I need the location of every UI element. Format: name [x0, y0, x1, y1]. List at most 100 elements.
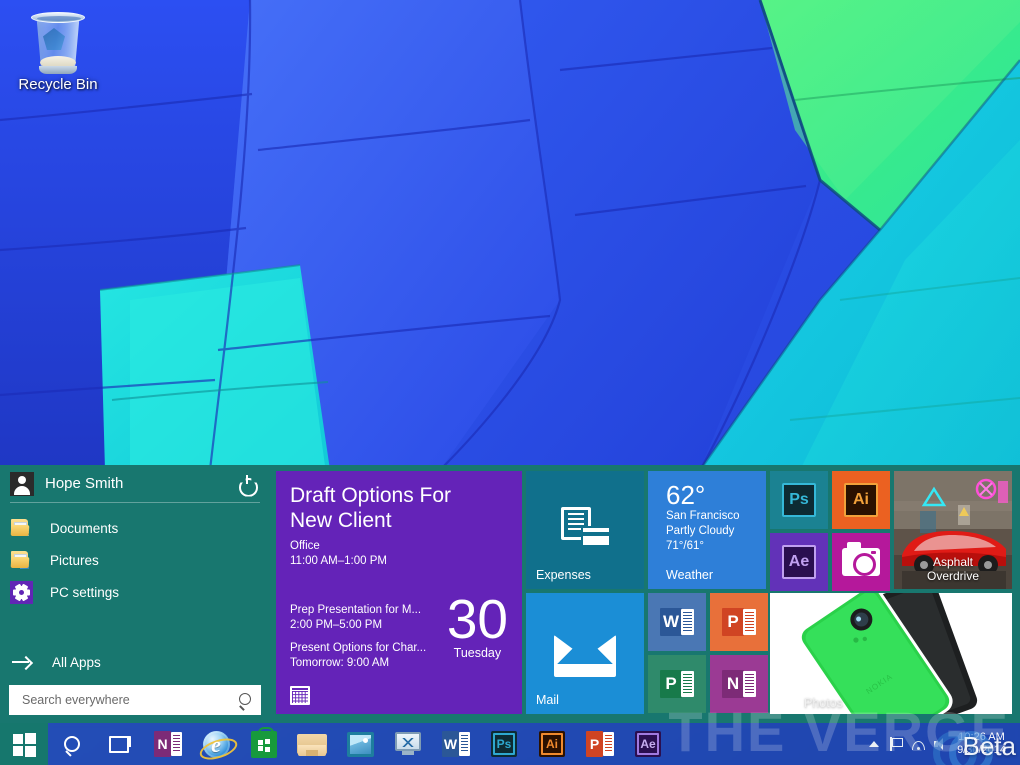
powerpoint-letter: P	[722, 608, 744, 636]
volume-button[interactable]	[929, 731, 951, 757]
clock[interactable]: 10:26 AM 9/30/2014	[951, 731, 1014, 757]
start-button[interactable]	[0, 723, 48, 765]
illustrator-icon: Ai	[539, 731, 565, 757]
tile-weather[interactable]: 62° San Francisco Partly Cloudy 71°/61° …	[648, 471, 766, 589]
photos-icon	[347, 732, 374, 757]
powerpoint-icon: P	[722, 608, 756, 636]
start-item-label: Pictures	[50, 553, 99, 568]
search-container	[0, 685, 270, 723]
onenote-icon: N	[154, 731, 182, 757]
tile-illustrator[interactable]: Ai	[832, 471, 890, 529]
word-letter: W	[660, 608, 682, 636]
after-effects-icon: Ae	[782, 545, 816, 579]
tile-onenote[interactable]: N	[710, 655, 768, 713]
calendar-date: 30 Tuesday	[447, 593, 508, 660]
taskbar-photos[interactable]	[336, 723, 384, 765]
taskbar-search-button[interactable]	[48, 723, 96, 765]
calendar-event-time: Tomorrow: 9:00 AM	[290, 656, 426, 671]
search-icon[interactable]	[238, 693, 253, 708]
tile-after-effects[interactable]: Ae	[770, 533, 828, 591]
file-explorer-icon	[297, 732, 327, 756]
start-item-label: PC settings	[50, 585, 119, 600]
illustrator-icon: Ai	[844, 483, 878, 517]
tile-label: Weather	[666, 568, 713, 582]
calendar-app-icon	[290, 686, 310, 705]
user-name: Hope Smith	[45, 475, 236, 492]
documents-folder-icon	[10, 516, 34, 540]
calendar-date-day: Tuesday	[447, 646, 508, 660]
gear-icon	[10, 580, 34, 604]
calendar-title-line2: New Client	[276, 508, 522, 533]
start-menu-tiles-pane: Draft Options For New Client Office 11:0…	[270, 465, 1020, 723]
taskbar-store[interactable]	[240, 723, 288, 765]
taskbar-internet-explorer[interactable]	[192, 723, 240, 765]
desktop-icon-recycle-bin[interactable]: Recycle Bin	[10, 8, 106, 93]
all-apps-button[interactable]: All Apps	[0, 647, 270, 677]
taskbar-powerpoint[interactable]: P	[576, 723, 624, 765]
calendar-events: Prep Presentation for M... 2:00 PM–5:00 …	[290, 603, 426, 679]
tile-photos[interactable]: NOKIA Photos	[770, 593, 1012, 714]
search-icon	[64, 736, 80, 752]
start-menu[interactable]: Hope Smith Documents	[0, 465, 1020, 723]
photoshop-icon: Ps	[782, 483, 816, 517]
taskbar-photoshop[interactable]: Ps	[480, 723, 528, 765]
recycle-bin-icon	[27, 8, 89, 74]
arrow-right-icon	[12, 655, 34, 669]
tile-word[interactable]: W	[648, 593, 706, 651]
taskbar-remote-desktop[interactable]	[384, 723, 432, 765]
action-center-button[interactable]	[885, 731, 907, 757]
desktop-icon-label: Recycle Bin	[10, 76, 106, 93]
user-tile[interactable]: Hope Smith	[0, 465, 270, 502]
calendar-event: Present Options for Char... Tomorrow: 9:…	[290, 641, 426, 671]
tile-photoshop[interactable]: Ps	[770, 471, 828, 529]
taskbar-word[interactable]: W	[432, 723, 480, 765]
chevron-up-icon	[869, 741, 879, 747]
calendar-date-number: 30	[447, 593, 508, 645]
tile-publisher[interactable]: P	[648, 655, 706, 713]
calendar-title-line1: Draft Options For	[276, 471, 522, 508]
taskbar-illustrator[interactable]: Ai	[528, 723, 576, 765]
camera-icon	[842, 548, 880, 576]
calendar-event-title: Present Options for Char...	[290, 641, 426, 656]
tile-expenses[interactable]: Expenses	[526, 471, 644, 589]
network-button[interactable]	[907, 731, 929, 757]
system-tray[interactable]: 10:26 AM 9/30/2014	[863, 723, 1020, 765]
network-icon	[911, 737, 925, 751]
tile-calendar[interactable]: Draft Options For New Client Office 11:0…	[276, 471, 522, 714]
weather-city: San Francisco	[648, 509, 766, 524]
expenses-icon	[559, 507, 611, 549]
onenote-icon: N	[722, 670, 756, 698]
start-item-documents[interactable]: Documents	[0, 512, 270, 544]
show-hidden-icons-button[interactable]	[863, 731, 885, 757]
taskbar-task-view-button[interactable]	[96, 723, 144, 765]
calendar-event: Prep Presentation for M... 2:00 PM–5:00 …	[290, 603, 426, 633]
calendar-event-title: Prep Presentation for M...	[290, 603, 426, 618]
word-icon: W	[442, 731, 470, 757]
envelope-icon	[554, 635, 616, 677]
power-icon[interactable]	[236, 473, 258, 495]
taskbar-onenote[interactable]: N	[144, 723, 192, 765]
clock-date: 9/30/2014	[957, 744, 1006, 757]
photoshop-icon: Ps	[491, 731, 517, 757]
tile-asphalt-overdrive[interactable]: Asphalt Overdrive	[894, 471, 1012, 589]
tile-label: Expenses	[536, 568, 591, 582]
start-item-pc-settings[interactable]: PC settings	[0, 576, 270, 608]
word-icon: W	[660, 608, 694, 636]
task-view-icon	[109, 736, 131, 753]
start-menu-left-pane: Hope Smith Documents	[0, 465, 270, 723]
powerpoint-icon: P	[586, 731, 614, 757]
calendar-time: 11:00 AM–1:00 PM	[276, 554, 522, 569]
start-item-pictures[interactable]: Pictures	[0, 544, 270, 576]
tile-mail[interactable]: Mail	[526, 593, 644, 714]
search-input[interactable]	[22, 693, 238, 707]
publisher-letter: P	[660, 670, 682, 698]
search-box[interactable]	[9, 685, 261, 715]
taskbar-after-effects[interactable]: Ae	[624, 723, 672, 765]
tile-camera[interactable]	[832, 533, 890, 591]
all-apps-label: All Apps	[52, 655, 101, 670]
taskbar[interactable]: N W Ps Ai	[0, 723, 1020, 765]
flag-icon	[889, 737, 903, 751]
tile-powerpoint[interactable]: P	[710, 593, 768, 651]
start-item-label: Documents	[50, 521, 118, 536]
taskbar-file-explorer[interactable]	[288, 723, 336, 765]
